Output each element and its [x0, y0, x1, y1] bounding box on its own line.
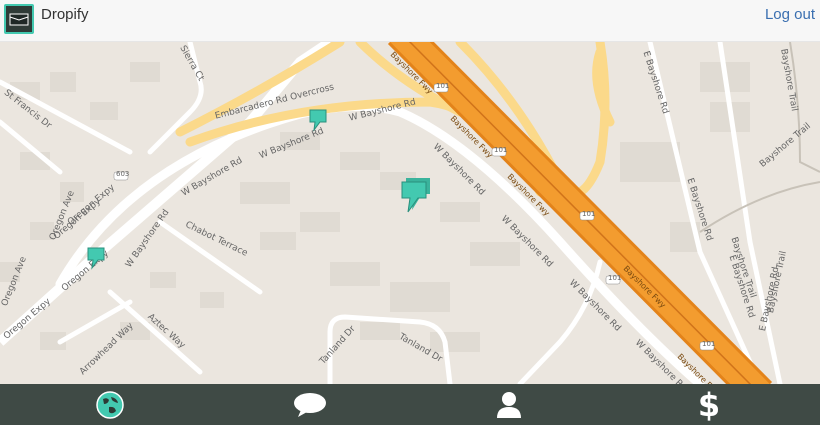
nav-messages[interactable] [280, 384, 340, 425]
user-icon [497, 391, 521, 418]
route-shield-101: 101 [608, 274, 622, 282]
route-shield-101: 101 [436, 82, 450, 90]
chat-icon [294, 392, 326, 417]
route-shield-101: 101 [582, 210, 596, 218]
route-shield-603: 603 [116, 170, 130, 178]
map-view[interactable]: Bayshore Fwy Bayshore Fwy Bayshore Fwy B… [0, 42, 820, 384]
logout-link[interactable]: Log out [765, 6, 815, 23]
dollar-icon: $ [698, 388, 720, 422]
route-shield-101: 101 [702, 340, 716, 348]
app-name: Dropify [41, 6, 89, 23]
nav-map[interactable] [80, 384, 140, 425]
route-shield-101: 101 [494, 146, 508, 154]
bottom-nav: $ [0, 384, 820, 425]
globe-icon [96, 390, 124, 419]
nav-payments[interactable]: $ [679, 384, 739, 425]
svg-text:$: $ [698, 388, 720, 422]
top-bar: Dropify Log out [0, 0, 820, 42]
nav-profile[interactable] [479, 384, 539, 425]
dropify-logo[interactable] [4, 4, 34, 34]
